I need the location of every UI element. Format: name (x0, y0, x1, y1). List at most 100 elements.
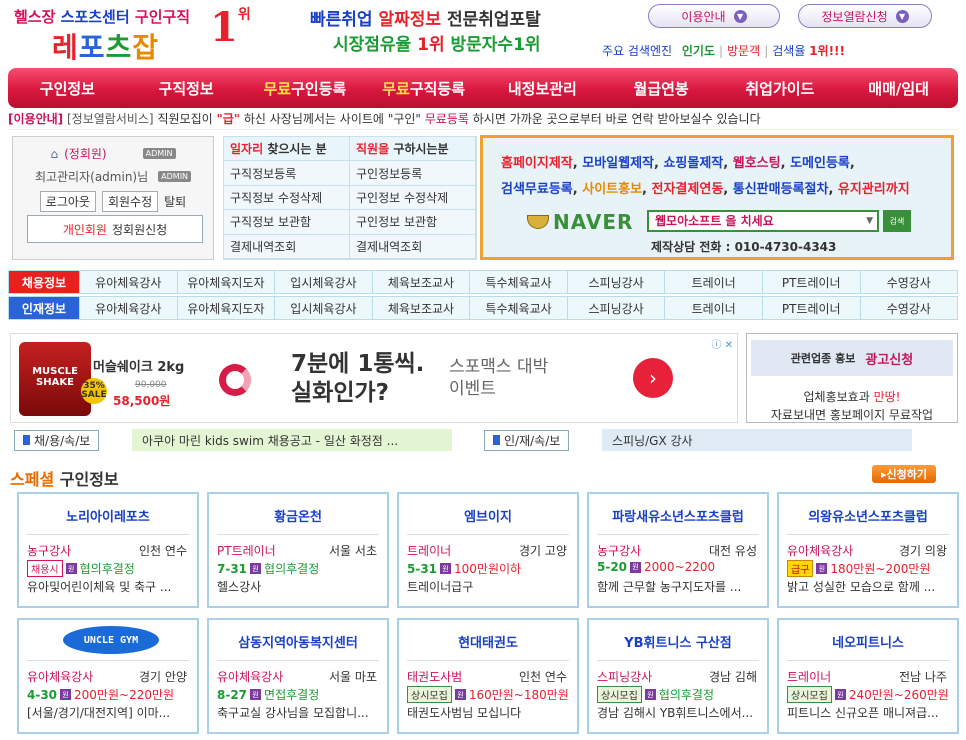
category-item[interactable]: 유아체육강사 (79, 271, 177, 293)
admin-badge[interactable]: ADMIN (142, 148, 176, 159)
ad-service-text: , (849, 156, 855, 171)
nav-item[interactable]: 무료구직등록 (364, 78, 483, 99)
nav-item[interactable]: 월급연봉 (602, 78, 721, 99)
naver-search-button[interactable]: 검색 (883, 210, 911, 232)
admin-badge[interactable]: ADMIN (158, 171, 192, 182)
company-name[interactable]: 의왕유소년스포츠클럽 (779, 506, 957, 525)
promo-apply-box[interactable]: 관련업종 홍보 광고신청 업체홍보효과 만땅! 자료보내면 홍보페이지 무료작업 (746, 333, 958, 423)
chevron-down-icon: ▼ (895, 9, 909, 23)
job-card[interactable]: 노리아이레포츠 농구강사 인천 연수 채용시 원 협의후결정 유아및어린이체육 및 축구 .… (17, 492, 199, 608)
member-apply-button[interactable]: 개인회원 정회원신청 (27, 215, 203, 243)
card-divider (597, 534, 759, 535)
job-card[interactable]: 엠브이지 트레이너 경기 고양 5-31 원 100만원이하 트레이너급구 (397, 492, 579, 608)
rank-suffix: 위 (237, 7, 251, 23)
category-item[interactable]: 체육보조교사 (371, 271, 470, 293)
category-item[interactable]: PT트레이너 (761, 271, 860, 293)
job-card[interactable]: 현대태권도 태권도사범 인천 연수 상시모집 원 160만원~180만원 태권도사범님 모십… (397, 618, 579, 734)
menu-item-job-edit[interactable]: 구인정보 수정삭제 (350, 185, 476, 211)
promo-head-big: 광고신청 (865, 352, 914, 368)
category-item[interactable]: 스피닝강사 (566, 271, 665, 293)
menu-item-job-box[interactable]: 구인정보 보관함 (350, 210, 476, 235)
company-name[interactable]: 네오피트니스 (779, 632, 957, 651)
job-description[interactable]: 헬스강사 (217, 578, 383, 595)
guide-button[interactable]: 이용안내 ▼ (648, 4, 780, 28)
company-name[interactable]: 삼동지역아동복지센터 (209, 632, 387, 651)
category-item[interactable]: 입시체육강사 (274, 271, 372, 293)
job-description[interactable]: 밝고 성실한 모습으로 함께 ... (787, 578, 953, 595)
withdraw-button[interactable]: 탈퇴 (164, 193, 186, 210)
logo-word: 스포츠센터 (60, 8, 130, 26)
job-card[interactable]: 황금온천 PT트레이너 서울 서초 7-31 원 협의후결정 헬스강사 (207, 492, 389, 608)
job-card[interactable]: YB휘트니스 구산점 스피닝강사 경남 김해 상시모집 원 협의후결정 경남 김해시 YB휘… (587, 618, 769, 734)
job-news-text[interactable]: 아쿠아 마린 kids swim 채용공고 - 일산 화정점 ... (132, 429, 452, 451)
notice-register-link[interactable]: 무료등록 (425, 112, 469, 126)
naver-search-input[interactable]: 웹모아소프트 을 치세요 ▼ (647, 210, 879, 232)
company-name[interactable]: 노리아이레포츠 (19, 506, 197, 525)
logo-tagline[interactable]: 헬스장 스포츠센터 구인구직 (14, 6, 190, 27)
job-description[interactable]: 태권도사범님 모십니다 (407, 704, 573, 721)
web-service-ad[interactable]: 홈페이지제작, 모바일웹제작, 쇼핑몰제작, 웹호스팅, 도메인등록, 검색무료… (480, 135, 954, 260)
company-name[interactable]: YB휘트니스 구산점 (589, 632, 767, 651)
job-card[interactable]: 의왕유소년스포츠클럽 유아체육강사 경기 의왕 급구 원 180만원~200만원 밝고 성실… (777, 492, 959, 608)
chevron-right-icon[interactable]: › (633, 358, 673, 398)
category-item[interactable]: 수영강사 (859, 297, 958, 319)
login-actions-row: 로그아웃 회원수정 탈퇴 (13, 191, 213, 212)
category-item[interactable]: 트레이너 (664, 271, 762, 293)
nav-item[interactable]: 매매/임대 (839, 78, 958, 99)
talent-news-body: 스피닝/GX 강사 (602, 429, 912, 451)
category-item[interactable]: 수영강사 (859, 271, 958, 293)
nav-item[interactable]: 무료구인등록 (246, 78, 365, 99)
job-description[interactable]: [서울/경기/대전지역] 이마... (27, 704, 193, 721)
job-description[interactable]: 함께 근무할 농구지도자를 ... (597, 578, 763, 595)
category-item[interactable]: 유아체육지도자 (176, 271, 275, 293)
nav-item[interactable]: 구직정보 (127, 78, 246, 99)
category-item[interactable]: 유아체육지도자 (176, 297, 275, 319)
nav-item[interactable]: 구인정보 (8, 78, 127, 99)
menu-item-job-register[interactable]: 구인정보등록 (350, 161, 476, 186)
job-description[interactable]: 피트니스 신규오픈 매니져급... (787, 704, 953, 721)
job-type: 유아체육강사 (27, 670, 94, 684)
category-item[interactable]: 특수체육교사 (469, 271, 567, 293)
job-description[interactable]: 경남 김해시 YB휘트니스에서... (597, 704, 763, 721)
page: 헬스장 스포츠센터 구인구직 레포츠잡 1위 빠른취업 알짜정보 전문취업포탈 … (0, 0, 966, 740)
logo[interactable]: 레포츠잡 (52, 26, 159, 66)
company-name[interactable]: 황금온천 (209, 506, 387, 525)
nav-item[interactable]: 취업가이드 (721, 78, 840, 99)
card-divider (407, 534, 569, 535)
category-item[interactable]: 스피닝강사 (566, 297, 665, 319)
job-card[interactable]: 삼동지역아동복지센터 유아체육강사 서울 마포 8-27 원 면접후결정 축구교실 강사님을… (207, 618, 389, 734)
job-card[interactable]: 파랑새유소년스포츠클럽 농구강사 대전 유성 5-20 원 2000~2200 함께 근무할… (587, 492, 769, 608)
menu-item-resume-register[interactable]: 구직정보등록 (224, 161, 350, 186)
job-card[interactable]: UNCLE GYM 유아체육강사 경기 안양 4-30 원 200만원~220만원 [서울/… (17, 618, 199, 734)
nav-item[interactable]: 내정보관리 (483, 78, 602, 99)
company-name[interactable]: 엠브이지 (399, 506, 577, 525)
talent-news-text[interactable]: 스피닝/GX 강사 (602, 429, 912, 451)
category-item[interactable]: 특수체육교사 (469, 297, 567, 319)
ad-info-icon[interactable]: ⓘ ✕ (711, 336, 733, 351)
ad-banner[interactable]: MUSCLE SHAKE 머슬쉐이크 2kg 35% SALE 90,000 5… (10, 333, 738, 423)
info-apply-button[interactable]: 정보열람신청 ▼ (798, 4, 932, 28)
logo-rank: 1위 (210, 4, 251, 51)
job-card[interactable]: 네오피트니스 트레이너 전남 나주 상시모집 원 240만원~260만원 피트니스 신규오픈… (777, 618, 959, 734)
company-name[interactable]: 파랑새유소년스포츠클럽 (589, 506, 767, 525)
job-description[interactable]: 트레이너급구 (407, 578, 573, 595)
menu-item-resume-edit[interactable]: 구직정보 수정삭제 (224, 185, 350, 211)
search-value: 웹모아소프트 을 치세요 (655, 214, 774, 228)
notice-service[interactable]: [정보열람서비스] (67, 112, 154, 126)
job-description[interactable]: 축구교실 강사님을 모집합니... (217, 704, 383, 721)
logout-button[interactable]: 로그아웃 (39, 191, 96, 212)
special-apply-button[interactable]: ▸ 신청하기 (872, 465, 936, 483)
category-item[interactable]: 유아체육강사 (79, 297, 177, 319)
company-name[interactable]: 현대태권도 (399, 632, 577, 651)
product-image: MUSCLE SHAKE (19, 342, 91, 416)
menu-item-payment-history[interactable]: 결제내역조회 (350, 234, 476, 259)
menu-item-resume-box[interactable]: 구직정보 보관함 (224, 210, 350, 235)
category-item[interactable]: 체육보조교사 (371, 297, 470, 319)
menu-item-payment-history[interactable]: 결제내역조회 (224, 234, 350, 259)
category-item[interactable]: PT트레이너 (761, 297, 860, 319)
category-item[interactable]: 트레이너 (664, 297, 762, 319)
category-item[interactable]: 입시체육강사 (274, 297, 372, 319)
naver-logo: NAVER (527, 210, 633, 234)
job-description[interactable]: 유아및어린이체육 및 축구 ... (27, 578, 193, 595)
edit-member-button[interactable]: 회원수정 (101, 191, 159, 212)
